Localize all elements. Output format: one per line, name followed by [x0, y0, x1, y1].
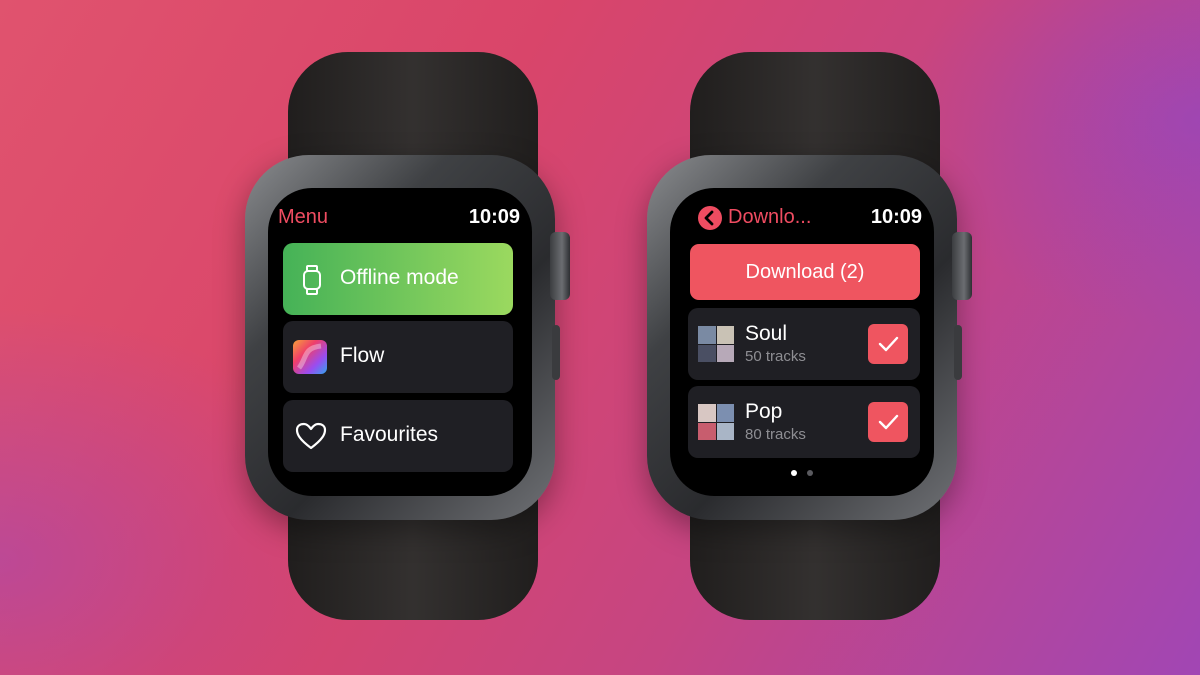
- page-dot: [807, 470, 814, 476]
- right-watch: Downlo... 10:09 Download (2) Soul 50 tra…: [647, 0, 980, 675]
- checkbox-checked[interactable]: [868, 402, 908, 442]
- watch-screen: Menu 10:09 Offline mode Flow Favourites: [268, 188, 532, 496]
- clock: 10:09: [468, 206, 520, 228]
- page-title: Downlo...: [728, 206, 812, 228]
- menu-item-offline-mode[interactable]: Offline mode: [283, 243, 513, 315]
- page-dot-active: [790, 470, 797, 476]
- playlist-name: Soul: [745, 322, 788, 345]
- heart-icon: [295, 422, 327, 455]
- checkmark-icon: [878, 414, 899, 430]
- playlist-track-count: 50 tracks: [745, 348, 806, 365]
- menu-item-favourites[interactable]: Favourites: [283, 400, 513, 472]
- playlist-cover: [698, 326, 734, 362]
- watch-icon: [301, 265, 323, 300]
- menu-item-label: Favourites: [340, 423, 439, 446]
- digital-crown[interactable]: [550, 232, 570, 300]
- flow-icon: [293, 340, 327, 379]
- page-title: Menu: [278, 206, 329, 228]
- side-button[interactable]: [552, 325, 560, 380]
- menu-item-label: Flow: [340, 344, 385, 367]
- playlist-name: Pop: [745, 400, 783, 423]
- playlist-cover: [698, 404, 734, 440]
- status-bar: Menu 10:09: [278, 206, 520, 234]
- menu-item-label: Offline mode: [340, 266, 459, 289]
- download-button[interactable]: Download (2): [690, 244, 920, 300]
- page-indicator: [670, 463, 934, 481]
- left-watch: Menu 10:09 Offline mode Flow Favourites: [245, 0, 578, 675]
- status-bar: Downlo... 10:09: [680, 206, 922, 234]
- background: [0, 0, 1200, 675]
- checkbox-checked[interactable]: [868, 324, 908, 364]
- playlist-item-soul[interactable]: Soul 50 tracks: [688, 308, 920, 380]
- checkmark-icon: [878, 336, 899, 352]
- playlist-item-pop[interactable]: Pop 80 tracks: [688, 386, 920, 458]
- clock: 10:09: [870, 206, 922, 228]
- menu-item-flow[interactable]: Flow: [283, 321, 513, 393]
- playlist-track-count: 80 tracks: [745, 426, 806, 443]
- watch-screen: Downlo... 10:09 Download (2) Soul 50 tra…: [670, 188, 934, 496]
- back-chevron-icon[interactable]: [698, 206, 722, 235]
- digital-crown[interactable]: [952, 232, 972, 300]
- side-button[interactable]: [954, 325, 962, 380]
